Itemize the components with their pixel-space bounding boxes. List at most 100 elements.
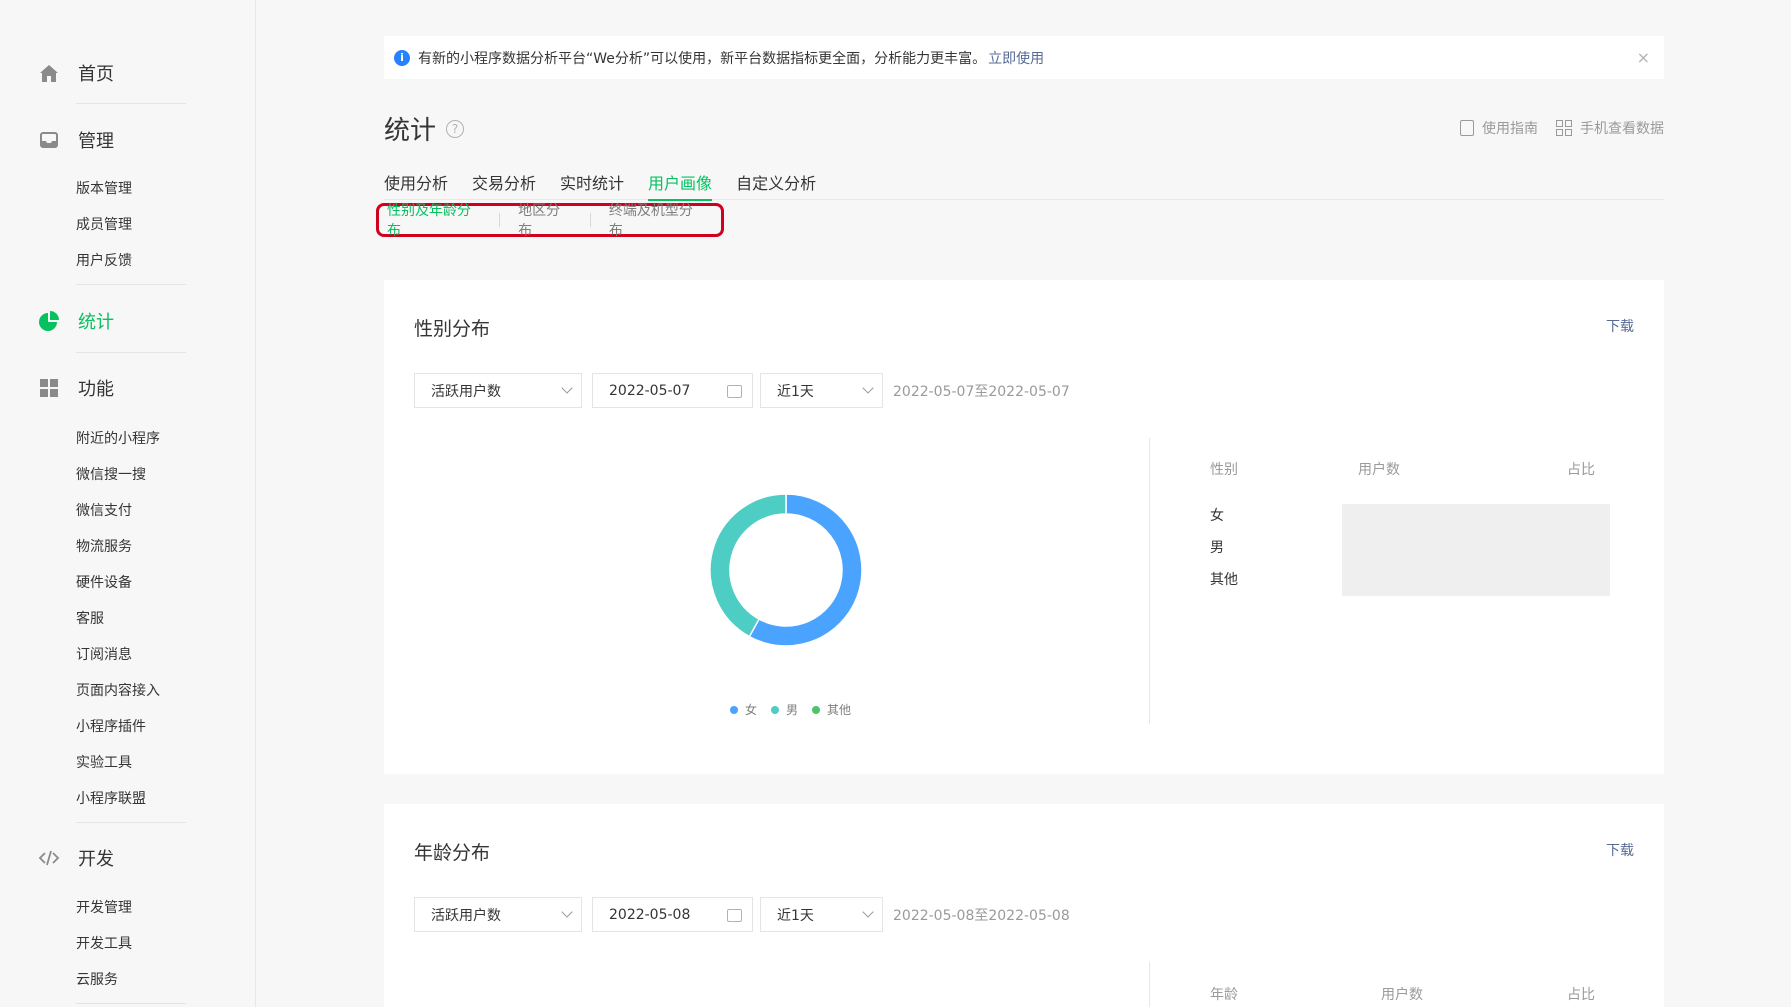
gender-card: 性别分布 下载 活跃用户数 2022-05-07 近1天 2022-05-07至…	[384, 280, 1664, 774]
period-value: 近1天	[777, 383, 814, 400]
sidebar-item-devmanage[interactable]: 开发管理	[76, 897, 132, 917]
calendar-icon	[727, 909, 742, 922]
table-row-male: 男	[1210, 540, 1224, 556]
close-icon[interactable]: ×	[1637, 48, 1650, 67]
legend-dot	[771, 705, 780, 714]
legend-item-other: 其他	[812, 701, 851, 718]
mobile-label: 手机查看数据	[1580, 121, 1664, 137]
legend-label: 女	[745, 703, 758, 717]
col-header-users: 用户数	[1381, 987, 1423, 1003]
notice-bar: i 有新的小程序数据分析平台“We分析”可以使用，新平台数据指标更全面，分析能力…	[384, 36, 1664, 79]
tab-portrait[interactable]: 用户画像	[648, 170, 713, 201]
nav-dev-label: 开发	[78, 849, 114, 870]
notice-link[interactable]: 立即使用	[988, 48, 1044, 68]
chevron-down-icon	[862, 906, 874, 918]
sidebar-item-content[interactable]: 页面内容接入	[76, 680, 160, 700]
tab-usage[interactable]: 使用分析	[384, 170, 448, 200]
loading-placeholder	[1342, 504, 1610, 596]
guide-link[interactable]: 使用指南	[1460, 118, 1538, 138]
sidebar-item-devtools[interactable]: 开发工具	[76, 933, 132, 953]
divider	[76, 822, 186, 823]
sidebar-item-plugin[interactable]: 小程序插件	[76, 716, 146, 736]
subtab-region[interactable]: 地区分布	[518, 200, 590, 240]
legend-dot	[812, 705, 821, 714]
divider	[589, 213, 591, 227]
chart-legend: 女 男 其他	[730, 701, 865, 718]
metric-value: 活跃用户数	[431, 907, 501, 924]
sidebar-item-version[interactable]: 版本管理	[76, 178, 132, 198]
sidebar-item-pay[interactable]: 微信支付	[76, 500, 132, 520]
nav-stats[interactable]: 统计	[38, 308, 114, 334]
subtab-gender-age[interactable]: 性别及年龄分布	[387, 200, 499, 240]
subtab-device[interactable]: 终端及机型分布	[609, 200, 721, 240]
legend-item-female: 女	[730, 701, 757, 718]
metric-select[interactable]: 活跃用户数	[414, 373, 582, 408]
date-picker[interactable]: 2022-05-07	[592, 373, 753, 408]
chevron-down-icon	[561, 382, 573, 394]
nav-stats-label: 统计	[78, 312, 114, 333]
sidebar-item-service[interactable]: 客服	[76, 608, 104, 628]
sidebar-item-logistics[interactable]: 物流服务	[76, 536, 132, 556]
sidebar-item-subscribe[interactable]: 订阅消息	[76, 644, 132, 664]
sidebar-item-lab[interactable]: 实验工具	[76, 752, 132, 772]
period-value: 近1天	[777, 907, 814, 924]
nav-features[interactable]: 功能	[38, 375, 114, 401]
date-range-text: 2022-05-08至2022-05-08	[893, 908, 1070, 924]
sidebar: 首页 管理 版本管理 成员管理 用户反馈 统计 功能 附近的小程序 微信搜一搜 …	[0, 0, 256, 1007]
nav-manage-label: 管理	[78, 131, 114, 152]
qrcode-icon	[1556, 120, 1572, 136]
sidebar-item-members[interactable]: 成员管理	[76, 214, 132, 234]
tab-trade[interactable]: 交易分析	[472, 170, 536, 200]
col-header-age: 年龄	[1210, 987, 1238, 1003]
date-value: 2022-05-07	[609, 382, 691, 399]
date-picker[interactable]: 2022-05-08	[592, 897, 753, 932]
nav-dev[interactable]: 开发	[38, 845, 114, 871]
metric-select[interactable]: 活跃用户数	[414, 897, 582, 932]
gender-donut-chart	[709, 493, 863, 647]
divider	[76, 352, 186, 353]
period-select[interactable]: 近1天	[760, 897, 883, 932]
age-card-title: 年龄分布	[414, 842, 491, 864]
page-title: 统计 ?	[384, 110, 465, 147]
sidebar-item-union[interactable]: 小程序联盟	[76, 788, 146, 808]
table-row-female: 女	[1210, 508, 1224, 524]
sidebar-item-cloud[interactable]: 云服务	[76, 969, 118, 989]
period-select[interactable]: 近1天	[760, 373, 883, 408]
sidebar-item-nearby[interactable]: 附近的小程序	[76, 428, 160, 448]
document-icon	[1460, 120, 1474, 136]
divider	[1149, 438, 1150, 724]
chevron-down-icon	[862, 382, 874, 394]
help-icon[interactable]: ?	[446, 119, 465, 138]
table-row-other: 其他	[1210, 572, 1238, 588]
page-title-text: 统计	[384, 116, 437, 146]
col-header-users: 用户数	[1358, 462, 1400, 478]
nav-home[interactable]: 首页	[38, 60, 114, 86]
slice-male[interactable]	[709, 493, 787, 638]
divider	[76, 284, 186, 285]
col-header-ratio: 占比	[1567, 462, 1595, 478]
pie-chart-icon	[39, 311, 59, 331]
mobile-link[interactable]: 手机查看数据	[1556, 118, 1664, 138]
divider	[76, 1003, 186, 1004]
sidebar-item-search[interactable]: 微信搜一搜	[76, 464, 146, 484]
code-icon	[38, 850, 60, 866]
home-icon	[40, 65, 58, 82]
legend-label: 男	[786, 703, 799, 717]
subtabs: 性别及年龄分布 地区分布 终端及机型分布	[376, 200, 724, 240]
sidebar-item-feedback[interactable]: 用户反馈	[76, 250, 132, 270]
legend-label: 其他	[827, 703, 852, 717]
grid-icon	[40, 379, 58, 397]
divider	[1149, 962, 1150, 1007]
sidebar-item-hardware[interactable]: 硬件设备	[76, 572, 132, 592]
age-download-link[interactable]: 下载	[1606, 840, 1634, 860]
date-range-text: 2022-05-07至2022-05-07	[893, 384, 1070, 400]
age-card: 年龄分布 下载 活跃用户数 2022-05-08 近1天 2022-05-08至…	[384, 804, 1664, 1007]
tab-custom[interactable]: 自定义分析	[736, 170, 816, 200]
gender-card-title: 性别分布	[414, 318, 491, 340]
tab-realtime[interactable]: 实时统计	[560, 170, 624, 200]
col-header-gender: 性别	[1210, 462, 1238, 478]
notice-text: 有新的小程序数据分析平台“We分析”可以使用，新平台数据指标更全面，分析能力更丰…	[418, 50, 987, 67]
nav-manage[interactable]: 管理	[38, 127, 114, 153]
gender-download-link[interactable]: 下载	[1606, 316, 1634, 336]
date-value: 2022-05-08	[609, 906, 691, 923]
